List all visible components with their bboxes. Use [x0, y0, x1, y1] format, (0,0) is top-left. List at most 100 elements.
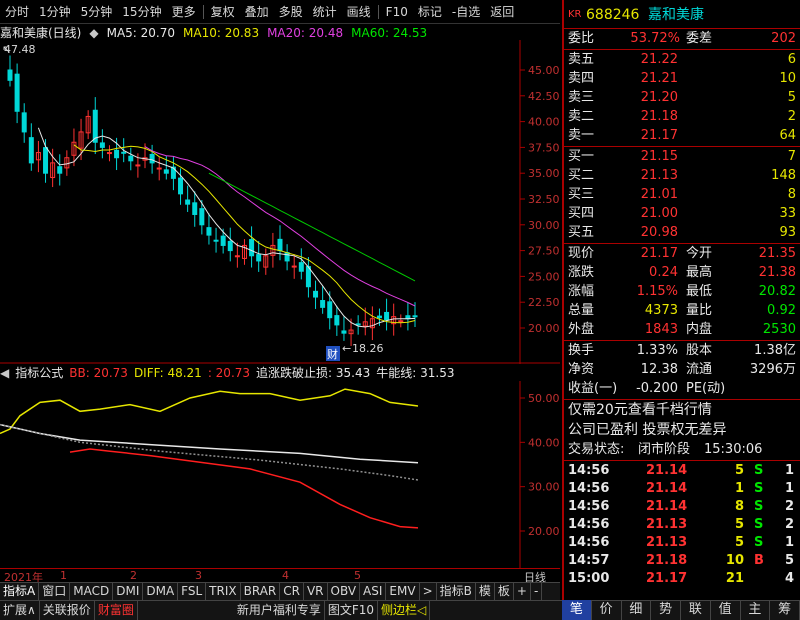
indicator-tab[interactable]: VR — [304, 583, 328, 600]
toolbar-item[interactable]: -自选 — [447, 3, 485, 20]
toolbar-item[interactable]: 多股 — [274, 3, 308, 20]
tick-row: 14:56 21.14 1 S 1 — [568, 480, 798, 498]
cai-marker[interactable]: 财 — [327, 347, 338, 361]
tick-time: 15:00 — [568, 571, 610, 586]
stat-label: 最低 — [686, 284, 713, 299]
candle-body — [7, 69, 13, 81]
candle-body — [185, 199, 191, 205]
bid-volume: 148 — [771, 168, 796, 183]
ask-volume: 2 — [787, 109, 796, 124]
candle-body — [277, 238, 283, 252]
candle-body — [99, 142, 105, 148]
indicator-tab[interactable]: TRIX — [206, 583, 241, 600]
indicator-arrow-icon[interactable]: ◀ — [0, 366, 9, 380]
tick-price: 21.17 — [646, 571, 688, 586]
indicator-tab[interactable]: 板 — [495, 583, 514, 600]
tick-count: 4 — [784, 571, 794, 586]
tick-volume: 8 — [734, 499, 744, 514]
quote-tab[interactable]: 价 — [592, 600, 622, 620]
toolbar-item[interactable]: 画线 — [342, 3, 376, 20]
quote-tab[interactable]: 主 — [741, 600, 771, 620]
bid-volume: 93 — [779, 225, 796, 240]
quote-tab[interactable]: 势 — [651, 600, 681, 620]
indicator-tab[interactable]: FSL — [178, 583, 207, 600]
tick-time: 14:56 — [568, 499, 610, 514]
quote-tab[interactable]: 细 — [622, 600, 652, 620]
candle-body — [284, 252, 290, 262]
candle-body — [21, 112, 27, 133]
ask-label: 卖二 — [568, 109, 595, 124]
divider — [564, 49, 800, 50]
indicator-tab[interactable]: > — [420, 583, 437, 600]
month-label: 5 — [354, 569, 361, 582]
tick-time: 14:56 — [568, 535, 610, 550]
indicator-tab[interactable]: DMA — [143, 583, 179, 600]
candle-body — [220, 235, 226, 246]
quote-tab[interactable]: 笔 — [562, 600, 592, 620]
bottom-bar-item[interactable]: 侧边栏◁ — [378, 601, 431, 620]
bull-line — [0, 423, 419, 481]
toolbar-item[interactable]: 5分钟 — [76, 3, 118, 20]
tick-price: 21.13 — [646, 517, 688, 532]
ask-volume: 5 — [787, 90, 796, 105]
indicator-tab[interactable]: 指标B — [437, 583, 476, 600]
tick-price: 21.14 — [646, 463, 688, 478]
indicator-tab[interactable]: 指标A — [0, 583, 40, 600]
candle-body — [149, 153, 155, 164]
indicator-tab[interactable]: CR — [280, 583, 304, 600]
bottom-bar-item[interactable]: 财富圈 — [95, 601, 138, 620]
toolbar-item[interactable]: 返回 — [485, 3, 519, 20]
indicator-tab[interactable]: 窗口 — [39, 583, 71, 600]
toolbar-item[interactable]: 15分钟 — [117, 3, 166, 20]
indicator-tab[interactable]: ASI — [360, 583, 387, 600]
indicator-tab[interactable]: BRAR — [241, 583, 281, 600]
notice-qiandang[interactable]: 仅需20元查看千档行情 — [568, 401, 712, 419]
toolbar-item[interactable]: 标记 — [413, 3, 447, 20]
indicator-tick-label: 20.00 — [528, 525, 560, 538]
quote-tab[interactable]: 筹 — [770, 600, 800, 620]
candle-body — [192, 202, 198, 215]
bottom-bar-item[interactable]: 关联报价 — [40, 601, 95, 620]
collapse-icon[interactable]: ◆ — [89, 26, 98, 40]
indicator-tab[interactable]: MACD — [70, 583, 114, 600]
quote-tab[interactable]: 联 — [681, 600, 711, 620]
bid-row: 买一 21.15 7 — [568, 148, 798, 166]
indicator-chart[interactable]: 50.00 40.00 30.00 20.00 — [0, 381, 560, 568]
toolbar-item[interactable]: 叠加 — [240, 3, 274, 20]
toolbar-item[interactable]: 分时 — [0, 3, 34, 20]
toolbar-item[interactable]: 统计 — [308, 3, 342, 20]
indicator-name[interactable]: 指标公式 — [15, 364, 63, 381]
tick-volume: 1 — [734, 481, 744, 496]
toolbar-separator — [377, 4, 379, 19]
stat-label: 现价 — [568, 246, 595, 261]
toolbar-item[interactable]: 更多 — [167, 3, 201, 20]
bid-label: 买三 — [568, 187, 595, 202]
candle-body — [298, 262, 304, 272]
ask-price: 21.22 — [640, 52, 678, 67]
tick-time: 14:56 — [568, 481, 610, 496]
bid-label: 买四 — [568, 206, 595, 221]
quote-tab[interactable]: 值 — [711, 600, 741, 620]
bottom-bar-item[interactable]: 新用户福利专享 — [234, 601, 325, 620]
indicator-tab[interactable]: + — [514, 583, 531, 600]
indicator-tab[interactable]: EMV — [386, 583, 420, 600]
indicator-tab[interactable]: 模 — [476, 583, 495, 600]
divider — [564, 28, 800, 29]
toolbar-item[interactable]: F10 — [381, 5, 413, 19]
toolbar-item[interactable]: 1分钟 — [34, 3, 76, 20]
stock-name: 嘉和美康 — [648, 7, 704, 23]
indicator-tab[interactable]: - — [531, 583, 543, 600]
tick-price: 21.13 — [646, 535, 688, 550]
toolbar-item[interactable]: 复权 — [206, 3, 240, 20]
quote-panel: KR 688246 嘉和美康 委比 53.72% 委差 202 卖五 21.22 6 卖四 21.21… — [562, 0, 800, 600]
tick-row: 15:00 21.17 21 4 — [568, 570, 798, 588]
candle-body — [384, 311, 390, 321]
candle-body — [256, 254, 262, 262]
kline-chart[interactable]: 45.00 42.50 40.00 37.50 35.00 32.50 30.00 27.50… — [0, 40, 560, 364]
indicator-tab[interactable]: OBV — [328, 583, 361, 600]
bottom-bar-item[interactable]: 扩展∧ — [0, 601, 40, 620]
tick-count: 1 — [784, 481, 794, 496]
bottom-bar-item[interactable]: 图文F10 — [325, 601, 379, 620]
month-label: 3 — [195, 569, 202, 582]
indicator-tab[interactable]: DMI — [113, 583, 144, 600]
